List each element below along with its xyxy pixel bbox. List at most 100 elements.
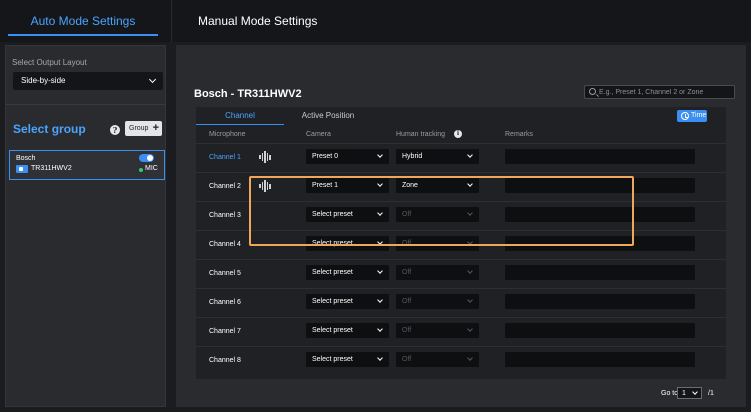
sidebar-divider (6, 104, 165, 105)
camera-preset-select[interactable]: Preset 0 (306, 149, 389, 164)
channel-label: Channel 8 (209, 357, 241, 364)
mic-label: MIC (145, 165, 158, 172)
time-button[interactable]: Time (677, 110, 707, 122)
chevron-down-icon (377, 239, 383, 245)
channel-label: Channel 7 (209, 328, 241, 335)
chevron-down-icon (467, 239, 473, 245)
channel-label: Channel 4 (209, 241, 241, 248)
human-tracking-value: Hybrid (402, 153, 423, 160)
channel-label: Channel 5 (209, 270, 241, 277)
top-tab-bar: Auto Mode Settings Manual Mode Settings (0, 0, 751, 42)
table-row: Channel 5 Select preset Off (196, 259, 726, 287)
header-camera: Camera (306, 131, 331, 138)
sound-wave-icon (259, 151, 271, 163)
group-button-label: Group (129, 125, 149, 132)
human-tracking-select: Off (396, 236, 479, 251)
camera-preset-select[interactable]: Select preset (306, 294, 389, 309)
camera-preset-select[interactable]: Select preset (306, 265, 389, 280)
human-tracking-value: Off (402, 298, 412, 305)
tab-active-position[interactable]: Active Position (288, 107, 368, 125)
human-tracking-value: Off (402, 240, 412, 247)
device-card[interactable]: Bosch TR311HWV2 MIC (9, 150, 165, 180)
page-title: Bosch - TR311HWV2 (194, 88, 302, 100)
chevron-down-icon (467, 210, 473, 216)
header-human-tracking: Human tracking (396, 131, 446, 138)
chevron-down-icon (377, 268, 383, 274)
camera-device-icon (16, 165, 28, 173)
device-name: Bosch (16, 155, 36, 162)
table-row: Channel 3 Select preset Off (196, 201, 726, 229)
human-tracking-select[interactable]: Zone (396, 178, 479, 193)
table-row: Channel 4 Select preset Off (196, 230, 726, 258)
remarks-input[interactable] (505, 236, 695, 251)
remarks-input[interactable] (505, 178, 695, 193)
clock-icon (681, 112, 689, 120)
chevron-down-icon (377, 181, 383, 187)
sound-wave-icon (259, 180, 271, 192)
camera-preset-select[interactable]: Select preset (306, 352, 389, 367)
human-tracking-select: Off (396, 265, 479, 280)
human-tracking-value: Off (402, 356, 412, 363)
chevron-down-icon (467, 181, 473, 187)
plus-icon: + (152, 122, 159, 134)
tab-channel[interactable]: Channel (196, 107, 284, 125)
camera-preset-select[interactable]: Select preset (306, 207, 389, 222)
table-row: Channel 1 Preset 0 Hybrid (196, 143, 726, 171)
camera-preset-select[interactable]: Select preset (306, 236, 389, 251)
channel-table: Channel Active Position Time Microphone … (196, 107, 726, 379)
output-layout-select[interactable]: Side-by-side (13, 72, 163, 90)
remarks-input[interactable] (505, 265, 695, 280)
header-remarks: Remarks (505, 131, 534, 138)
remarks-input[interactable] (505, 294, 695, 309)
sidebar: Select Output Layout Side-by-side Select… (5, 45, 166, 407)
time-button-label: Time (691, 112, 707, 119)
camera-preset-value: Select preset (312, 356, 353, 363)
camera-preset-select[interactable]: Preset 1 (306, 178, 389, 193)
human-tracking-value: Zone (402, 182, 418, 189)
page-total: /1 (708, 390, 714, 397)
human-tracking-value: Off (402, 211, 412, 218)
add-group-button[interactable]: Group + (125, 121, 162, 136)
chevron-down-icon (377, 326, 383, 332)
info-icon[interactable]: i (454, 130, 462, 138)
tab-divider (171, 0, 172, 42)
chevron-down-icon (377, 152, 383, 158)
chevron-down-icon (377, 297, 383, 303)
search-input[interactable] (599, 87, 733, 98)
device-toggle[interactable] (139, 154, 154, 162)
header-microphone: Microphone (209, 131, 246, 138)
main-panel: Bosch - TR311HWV2 Channel Active Positio… (176, 45, 746, 407)
human-tracking-select: Off (396, 323, 479, 338)
human-tracking-value: Off (402, 327, 412, 334)
tab-auto-mode-settings[interactable]: Auto Mode Settings (0, 0, 166, 42)
remarks-input[interactable] (505, 149, 695, 164)
page-number: 1 (682, 390, 686, 397)
human-tracking-select: Off (396, 207, 479, 222)
channel-label: Channel 6 (209, 299, 241, 306)
human-tracking-select[interactable]: Hybrid (396, 149, 479, 164)
remarks-input[interactable] (505, 352, 695, 367)
camera-preset-value: Select preset (312, 240, 353, 247)
camera-preset-value: Preset 0 (312, 153, 339, 160)
remarks-input[interactable] (505, 323, 695, 338)
info-icon[interactable]: ? (110, 125, 120, 135)
search-box[interactable] (584, 85, 735, 99)
output-layout-value: Side-by-side (21, 76, 66, 85)
camera-preset-value: Preset 1 (312, 182, 339, 189)
goto-label: Go to (661, 390, 679, 397)
camera-preset-value: Select preset (312, 327, 353, 334)
pager: Go to 1 /1 (661, 387, 714, 399)
select-group-heading: Select group (13, 122, 86, 136)
chevron-down-icon (467, 326, 473, 332)
chevron-down-icon (377, 210, 383, 216)
chevron-down-icon (377, 355, 383, 361)
tab-manual-mode-settings[interactable]: Manual Mode Settings (198, 0, 317, 42)
remarks-input[interactable] (505, 207, 695, 222)
table-row: Channel 8 Select preset Off (196, 346, 726, 374)
table-tabs: Channel Active Position Time (196, 107, 726, 125)
table-row: Channel 6 Select preset Off (196, 288, 726, 316)
chevron-down-icon (148, 75, 157, 84)
camera-preset-select[interactable]: Select preset (306, 323, 389, 338)
chevron-down-icon (467, 355, 473, 361)
page-select[interactable]: 1 (677, 387, 702, 399)
